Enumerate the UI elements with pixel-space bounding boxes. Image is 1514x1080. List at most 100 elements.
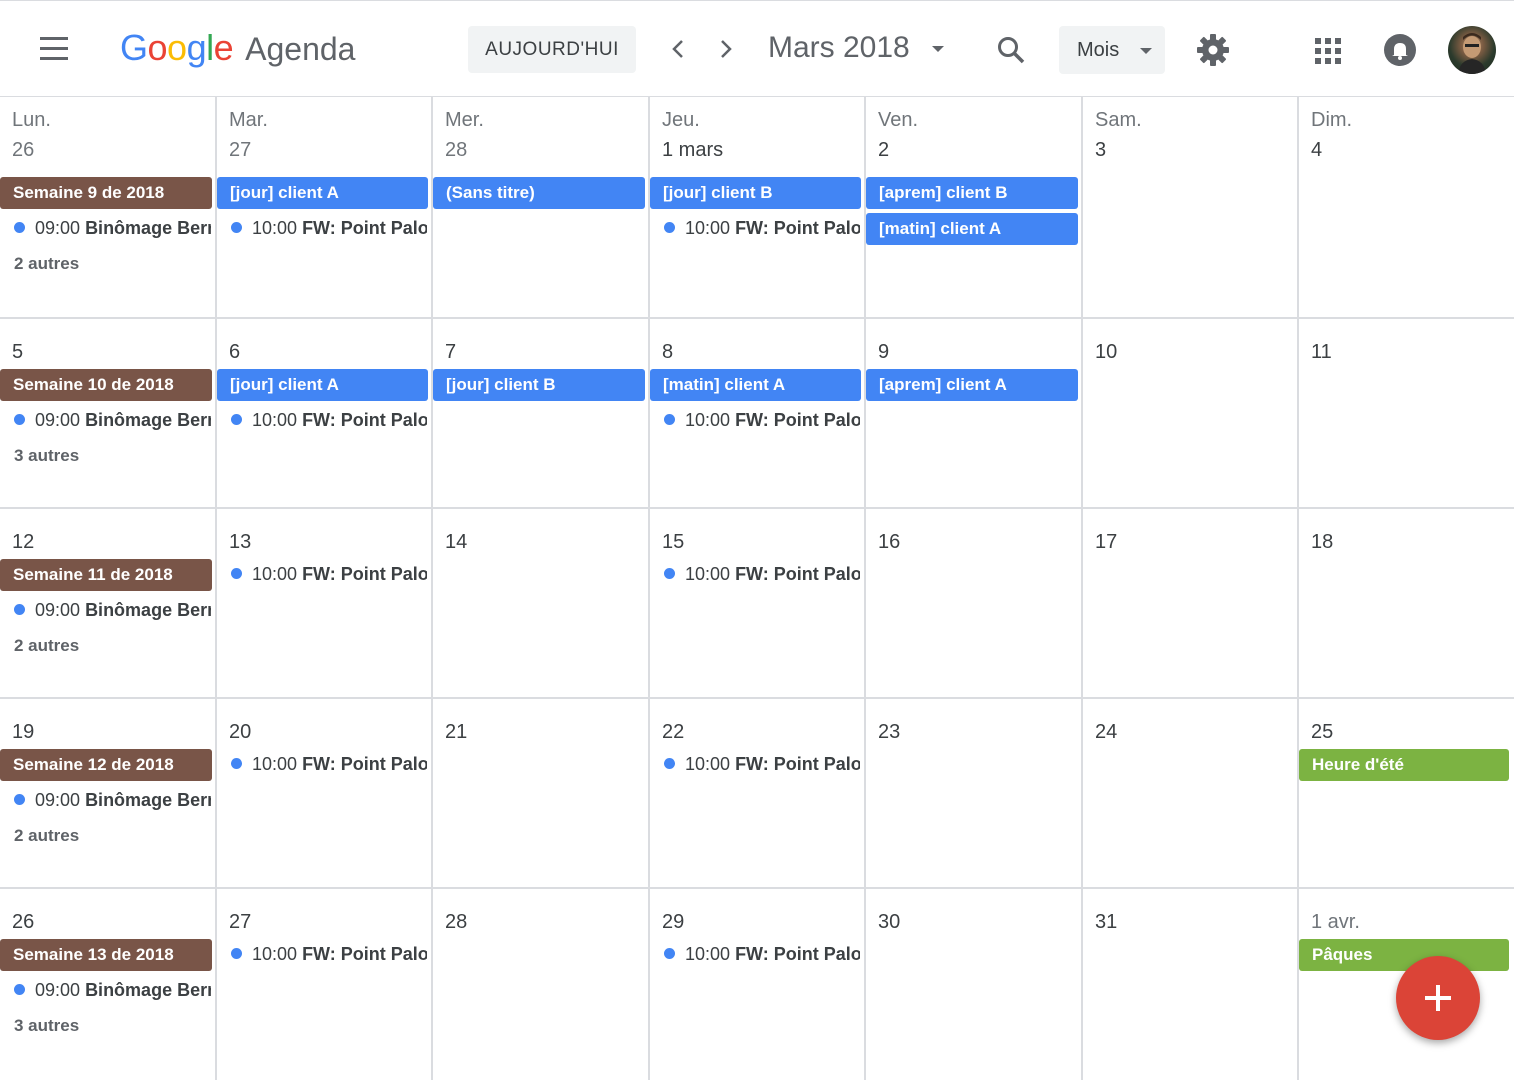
timed-event[interactable]: 10:00 FW: Point Palo- <box>231 749 427 779</box>
day-number[interactable]: 27 <box>229 139 251 162</box>
day-number[interactable]: 11 <box>1311 341 1332 364</box>
day-number[interactable]: 28 <box>445 139 467 162</box>
timed-event[interactable]: 10:00 FW: Point Palo- <box>664 749 860 779</box>
week-number-event[interactable]: Semaine 9 de 2018 <box>0 177 212 209</box>
timed-event[interactable]: 09:00 Binômage Bern <box>14 595 211 625</box>
day-number[interactable]: 7 <box>445 341 456 364</box>
day-number[interactable]: 26 <box>12 139 34 162</box>
event-time: 10:00 <box>685 410 731 430</box>
day-number[interactable]: 19 <box>12 721 34 744</box>
week-number-event[interactable]: Semaine 11 de 2018 <box>0 559 212 591</box>
all-day-event[interactable]: (Sans titre) <box>433 177 645 209</box>
day-number[interactable]: 6 <box>229 341 240 364</box>
previous-month-icon[interactable] <box>664 34 692 64</box>
day-number[interactable]: 13 <box>229 531 251 554</box>
more-events-link[interactable]: 2 autres <box>14 636 79 656</box>
current-month-title[interactable]: Mars 2018 <box>768 31 910 65</box>
day-number[interactable]: 14 <box>445 531 467 554</box>
day-number[interactable]: 9 <box>878 341 889 364</box>
day-number[interactable]: 20 <box>229 721 251 744</box>
day-of-week-header: Dim. <box>1311 109 1353 131</box>
event-color-dot <box>231 567 242 579</box>
day-number[interactable]: 28 <box>445 911 467 934</box>
day-number[interactable]: 21 <box>445 721 467 744</box>
day-number[interactable]: 4 <box>1311 139 1322 162</box>
more-events-link[interactable]: 3 autres <box>14 1016 79 1036</box>
day-number[interactable]: 12 <box>12 531 34 554</box>
create-event-plus-icon[interactable] <box>1396 956 1480 1040</box>
day-number[interactable]: 23 <box>878 721 900 744</box>
holiday-event[interactable]: Pâques <box>1299 939 1509 971</box>
user-avatar[interactable] <box>1448 26 1496 74</box>
day-number[interactable]: 10 <box>1095 341 1117 364</box>
event-color-dot <box>664 947 675 959</box>
day-number[interactable]: 2 <box>878 139 889 162</box>
today-button[interactable]: AUJOURD'HUI <box>468 26 636 73</box>
day-number[interactable]: 25 <box>1311 721 1333 744</box>
holiday-event[interactable]: Heure d'été <box>1299 749 1509 781</box>
all-day-event[interactable]: [aprem] client A <box>866 369 1078 401</box>
event-title: FW: Point Palo- <box>735 410 860 430</box>
all-day-event[interactable]: [matin] client A <box>866 213 1078 245</box>
grid-column-divider <box>431 97 433 1080</box>
day-of-week-header: Sam. <box>1095 109 1142 131</box>
week-number-event[interactable]: Semaine 13 de 2018 <box>0 939 212 971</box>
event-color-dot <box>231 413 242 425</box>
all-day-event[interactable]: [jour] client B <box>650 177 861 209</box>
timed-event[interactable]: 10:00 FW: Point Palo- <box>231 213 427 243</box>
day-number[interactable]: 22 <box>662 721 684 744</box>
day-number[interactable]: 27 <box>229 911 251 934</box>
day-number[interactable]: 16 <box>878 531 900 554</box>
all-day-event[interactable]: [jour] client B <box>433 369 645 401</box>
timed-event[interactable]: 09:00 Binômage Bern <box>14 785 211 815</box>
day-number[interactable]: 1 mars <box>662 139 723 162</box>
day-number[interactable]: 15 <box>662 531 684 554</box>
more-events-link[interactable]: 3 autres <box>14 446 79 466</box>
day-number[interactable]: 18 <box>1311 531 1333 554</box>
day-number[interactable]: 24 <box>1095 721 1117 744</box>
day-number[interactable]: 17 <box>1095 531 1117 554</box>
day-number[interactable]: 30 <box>878 911 900 934</box>
timed-event[interactable]: 10:00 FW: Point Palo- <box>664 405 860 435</box>
day-number[interactable]: 31 <box>1095 911 1117 934</box>
grid-row-divider <box>0 887 1514 889</box>
timed-event[interactable]: 09:00 Binômage Bern <box>14 975 211 1005</box>
chevron-down-icon <box>1140 48 1152 54</box>
week-number-event[interactable]: Semaine 12 de 2018 <box>0 749 212 781</box>
timed-event[interactable]: 10:00 FW: Point Palo- <box>231 405 427 435</box>
timed-event[interactable]: 09:00 Binômage Bern <box>14 405 211 435</box>
grid-column-divider <box>215 97 217 1080</box>
more-events-link[interactable]: 2 autres <box>14 826 79 846</box>
week-number-event[interactable]: Semaine 10 de 2018 <box>0 369 212 401</box>
all-day-event[interactable]: [jour] client A <box>217 177 428 209</box>
event-time: 10:00 <box>252 754 298 774</box>
search-icon[interactable] <box>996 35 1026 65</box>
notifications-bell-icon[interactable] <box>1384 34 1416 66</box>
day-number[interactable]: 3 <box>1095 139 1106 162</box>
apps-grid-icon[interactable] <box>1314 37 1342 65</box>
next-month-icon[interactable] <box>712 34 740 64</box>
settings-gear-icon[interactable] <box>1196 33 1230 67</box>
app-logo[interactable]: Google Agenda <box>120 27 355 77</box>
timed-event[interactable]: 10:00 FW: Point Palo- <box>664 559 860 589</box>
event-title: Binômage Bern <box>85 790 211 810</box>
main-menu-icon[interactable] <box>36 37 72 63</box>
day-number[interactable]: 26 <box>12 911 34 934</box>
view-selector-label: Mois <box>1077 39 1120 61</box>
timed-event[interactable]: 10:00 FW: Point Palo- <box>231 939 427 969</box>
more-events-link[interactable]: 2 autres <box>14 254 79 274</box>
day-number[interactable]: 5 <box>12 341 23 364</box>
month-picker-chevron-down-icon[interactable] <box>932 46 944 52</box>
day-number[interactable]: 8 <box>662 341 673 364</box>
timed-event[interactable]: 09:00 Binômage Bern <box>14 213 211 243</box>
view-selector-dropdown[interactable]: Mois <box>1059 26 1165 74</box>
timed-event[interactable]: 10:00 FW: Point Palo- <box>664 939 860 969</box>
timed-event[interactable]: 10:00 FW: Point Palo- <box>231 559 427 589</box>
timed-event[interactable]: 10:00 FW: Point Palo- <box>664 213 860 243</box>
all-day-event[interactable]: [matin] client A <box>650 369 861 401</box>
all-day-event[interactable]: [jour] client A <box>217 369 428 401</box>
day-number[interactable]: 1 avr. <box>1311 911 1360 934</box>
day-number[interactable]: 29 <box>662 911 684 934</box>
all-day-event[interactable]: [aprem] client B <box>866 177 1078 209</box>
google-wordmark: Google <box>120 27 234 68</box>
